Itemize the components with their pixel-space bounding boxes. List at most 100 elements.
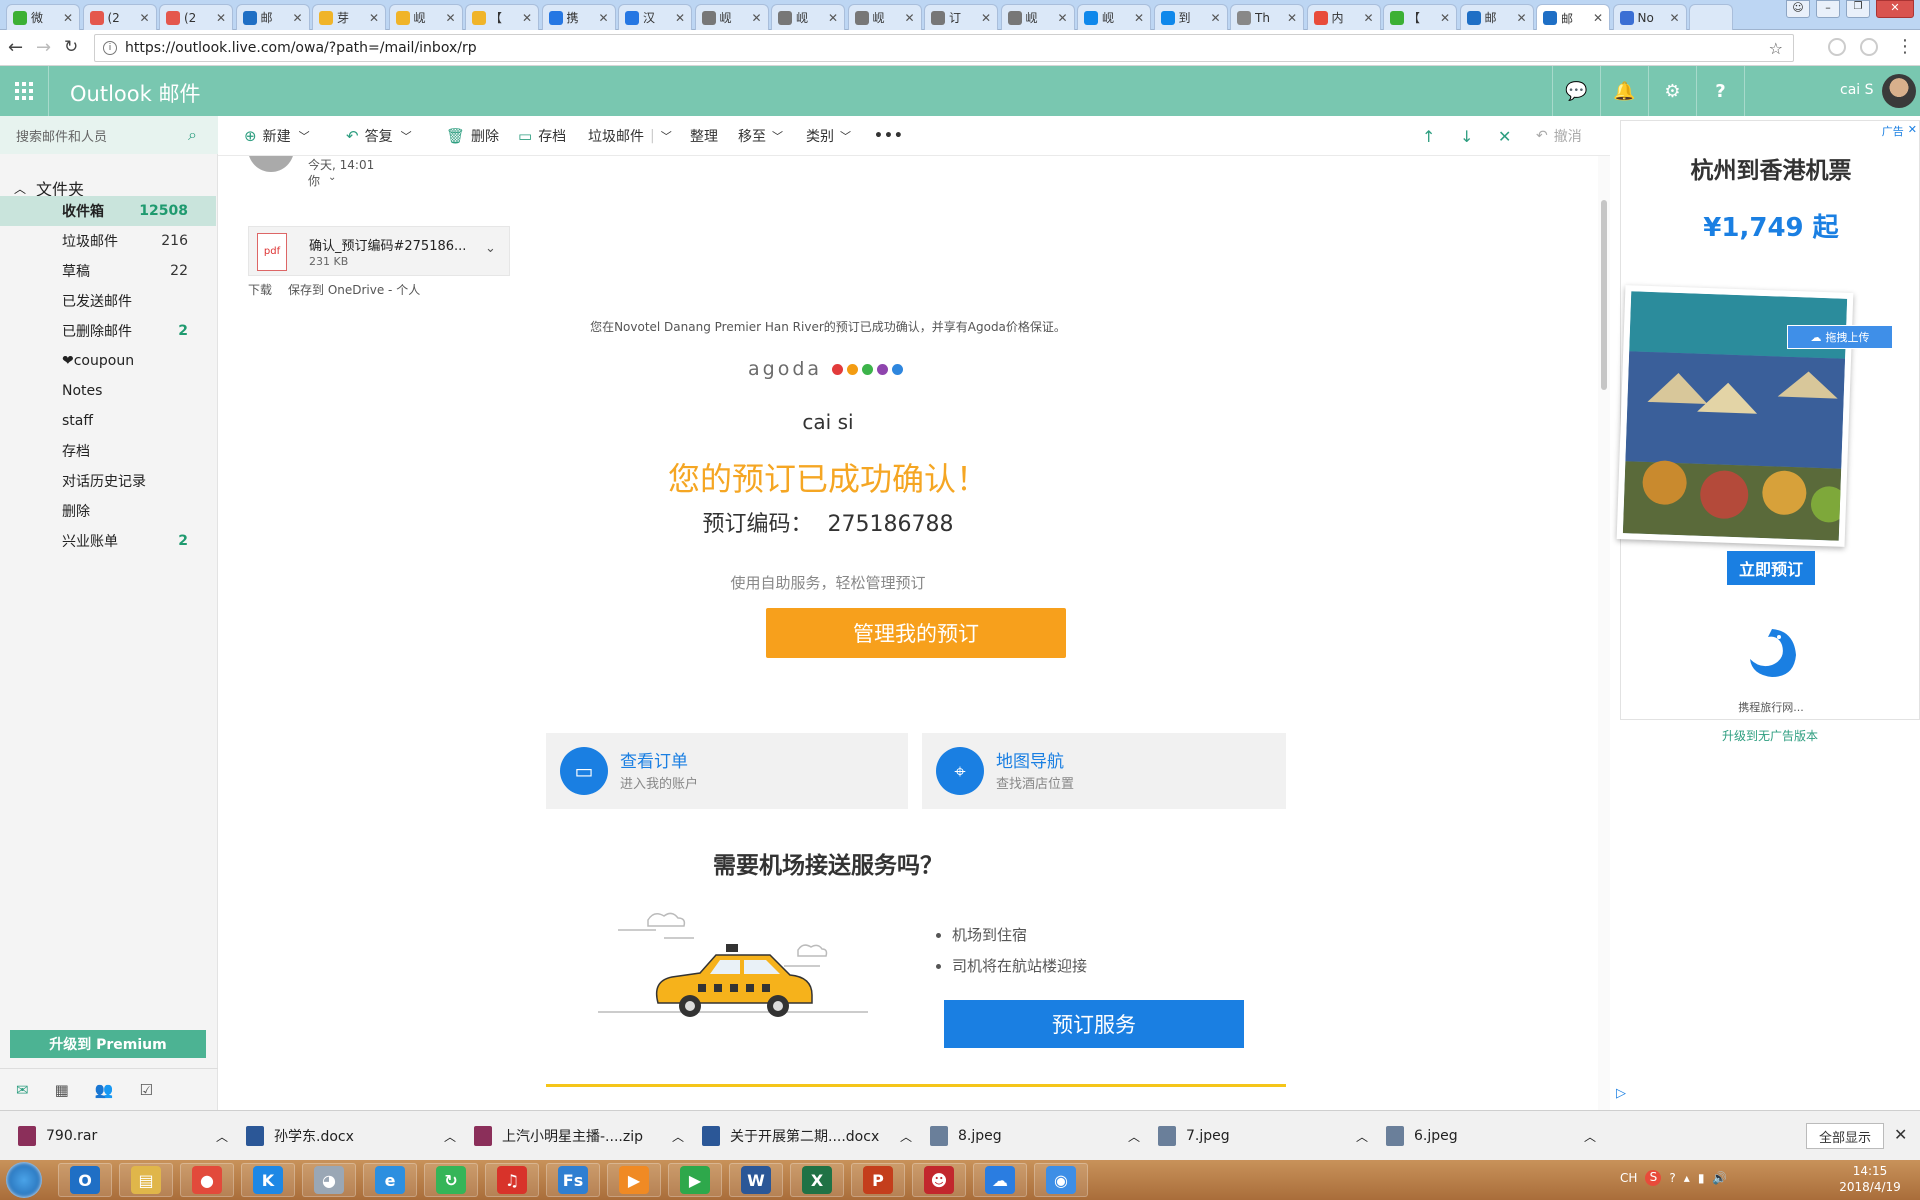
browser-tab[interactable]: 邮 ✕ — [1536, 4, 1610, 31]
calendar-icon[interactable]: ▦ — [55, 1081, 69, 1099]
folder-item[interactable]: Notes — [0, 376, 216, 406]
next-item-icon[interactable]: ↓ — [1460, 116, 1473, 156]
tab-close-icon[interactable]: ✕ — [1057, 11, 1067, 25]
chevron-up-icon[interactable]: ︿ — [444, 1128, 456, 1145]
extension-icon[interactable] — [1860, 38, 1878, 56]
delete-button[interactable]: 🗑 删除 — [446, 116, 499, 156]
search-input[interactable]: 搜索邮件和人员 ⌕ — [0, 116, 218, 154]
close-icon[interactable]: ✕ — [1894, 1125, 1907, 1144]
clock[interactable]: 14:15 2018/4/19 — [1832, 1163, 1908, 1195]
view-order-card[interactable]: ▭ 查看订单 进入我的账户 — [546, 733, 908, 809]
book-service-button[interactable]: 预订服务 — [944, 1000, 1244, 1048]
tray-overflow-icon[interactable]: ▴ — [1684, 1171, 1690, 1185]
browser-tab[interactable]: 岘 ✕ — [1077, 4, 1151, 30]
upgrade-ad-free-link[interactable]: 升级到无广告版本 — [1620, 727, 1920, 744]
map-navigation-card[interactable]: ⌖ 地图导航 查找酒店位置 — [922, 733, 1286, 809]
fs-app-icon[interactable]: Fs — [546, 1163, 600, 1197]
sync-app-icon[interactable]: ↻ — [424, 1163, 478, 1197]
ad-box[interactable]: 广告 ✕ 杭州到香港机票 ¥1,749 起 ☁ 拖拽上传 立即预订 携程旅行网.… — [1616, 120, 1920, 720]
archive-button[interactable]: ▭ 存档 — [518, 116, 566, 156]
profile-icon[interactable]: ☺ — [1786, 0, 1810, 18]
ad-cta-button[interactable]: 立即预订 — [1727, 551, 1815, 585]
adchoices-icon[interactable]: ▷ — [1616, 1086, 1626, 1101]
browser-tab[interactable]: Th ✕ — [1230, 4, 1304, 30]
browser-tab[interactable]: 岘 ✕ — [847, 4, 922, 30]
chevron-up-icon[interactable]: ︿ — [900, 1128, 912, 1145]
new-tab-button[interactable] — [1689, 4, 1733, 30]
undo-button[interactable]: ↶ 撤消 — [1536, 116, 1582, 156]
cat-app-icon[interactable]: ◕ — [302, 1163, 356, 1197]
folder-item[interactable]: 收件箱 12508 — [0, 196, 216, 226]
close-window-button[interactable]: ✕ — [1876, 0, 1914, 18]
download-item[interactable]: 关于开展第二期....docx ︿ — [702, 1111, 912, 1161]
chat-icon[interactable]: 💬 — [1552, 66, 1600, 116]
search-icon[interactable]: ⌕ — [188, 125, 197, 145]
browser-tab[interactable]: 汉 ✕ — [618, 4, 692, 30]
tab-close-icon[interactable]: ✕ — [981, 11, 991, 25]
more-actions-icon[interactable]: ••• — [874, 116, 904, 156]
word-icon[interactable]: W — [729, 1163, 783, 1197]
folder-item[interactable]: 垃圾邮件 216 — [0, 226, 216, 256]
browser-tab[interactable]: 携 ✕ — [541, 4, 616, 30]
drag-upload-badge[interactable]: ☁ 拖拽上传 — [1787, 325, 1893, 349]
volume-icon[interactable]: 🔊 — [1712, 1171, 1727, 1185]
mail-icon[interactable]: ✉ — [16, 1081, 29, 1099]
extension-icon[interactable] — [1828, 38, 1846, 56]
sogou-ime-icon[interactable]: S — [1645, 1170, 1662, 1186]
tab-close-icon[interactable]: ✕ — [1363, 11, 1373, 25]
chevron-up-icon[interactable]: ︿ — [1584, 1128, 1596, 1145]
folder-item[interactable]: 草稿 22 — [0, 256, 216, 286]
download-item[interactable]: 孙学东.docx ︿ — [246, 1111, 456, 1161]
manage-booking-button[interactable]: 管理我的预订 — [766, 608, 1066, 658]
tab-close-icon[interactable]: ✕ — [63, 11, 73, 25]
close-icon[interactable]: ✕ — [1498, 116, 1511, 156]
tab-close-icon[interactable]: ✕ — [292, 11, 302, 25]
save-onedrive-link[interactable]: 保存到 OneDrive - 个人 — [288, 281, 420, 298]
chevron-down-icon[interactable]: ﹀ — [661, 128, 672, 144]
chevron-down-icon[interactable]: ⌄ — [485, 241, 496, 256]
download-item[interactable]: 6.jpeg ︿ — [1386, 1111, 1596, 1161]
bookmark-star-icon[interactable]: ☆ — [1769, 39, 1783, 58]
chrome-icon[interactable]: ● — [180, 1163, 234, 1197]
back-icon[interactable]: ← — [8, 37, 23, 58]
qq-browser-icon[interactable]: ◉ — [1034, 1163, 1088, 1197]
folder-item[interactable]: 删除 — [0, 496, 216, 526]
tab-close-icon[interactable]: ✕ — [1287, 11, 1297, 25]
download-item[interactable]: 上汽小明星主播-....zip ︿ — [474, 1111, 684, 1161]
tab-close-icon[interactable]: ✕ — [598, 11, 608, 25]
browser-tab[interactable]: 岘 ✕ — [1000, 4, 1075, 30]
start-button-icon[interactable] — [6, 1162, 42, 1198]
attachment-card[interactable]: pdf 确认_预订编码#275186... 231 KB ⌄ — [248, 226, 510, 276]
tab-close-icon[interactable]: ✕ — [1134, 11, 1144, 25]
sweep-button[interactable]: 整理 — [690, 116, 718, 156]
browser-tab[interactable]: 邮 ✕ — [1459, 4, 1534, 30]
bell-icon[interactable]: 🔔 — [1600, 66, 1648, 116]
maximize-button[interactable]: ❐ — [1846, 0, 1870, 18]
tab-close-icon[interactable]: ✕ — [1210, 11, 1220, 25]
scrollbar-thumb[interactable] — [1601, 200, 1607, 390]
browser-tab[interactable]: 邮 ✕ — [235, 4, 310, 30]
avatar[interactable] — [1882, 74, 1916, 108]
chevron-down-icon[interactable]: ﹀ — [401, 128, 412, 144]
settings-gear-icon[interactable]: ⚙ — [1648, 66, 1696, 116]
help-icon[interactable]: ? — [1696, 66, 1744, 116]
forward-icon[interactable]: → — [36, 37, 51, 58]
junk-button[interactable]: 垃圾邮件 | ﹀ — [588, 116, 672, 156]
ad-label[interactable]: 广告 ✕ — [1882, 123, 1917, 139]
file-explorer-icon[interactable]: ▤ — [119, 1163, 173, 1197]
people-icon[interactable]: 👥 — [95, 1081, 114, 1099]
move-to-button[interactable]: 移至 ﹀ — [738, 116, 783, 156]
tab-close-icon[interactable]: ✕ — [216, 11, 226, 25]
browser-tab[interactable]: 岘 ✕ — [388, 4, 463, 30]
browser-tab[interactable]: 微 ✕ — [6, 4, 80, 30]
video-player-icon[interactable]: ▶ — [607, 1163, 661, 1197]
language-indicator[interactable]: CH — [1620, 1171, 1637, 1185]
folder-item[interactable]: ❤coupoun — [0, 346, 216, 376]
folder-item[interactable]: 存档 — [0, 436, 216, 466]
folder-item[interactable]: 兴业账单 2 — [0, 526, 216, 556]
tab-close-icon[interactable]: ✕ — [139, 11, 149, 25]
folder-item[interactable]: 已发送邮件 — [0, 286, 216, 316]
tab-close-icon[interactable]: ✕ — [751, 11, 761, 25]
ad-close-icon[interactable]: ✕ — [1908, 123, 1917, 139]
tab-close-icon[interactable]: ✕ — [904, 11, 914, 25]
